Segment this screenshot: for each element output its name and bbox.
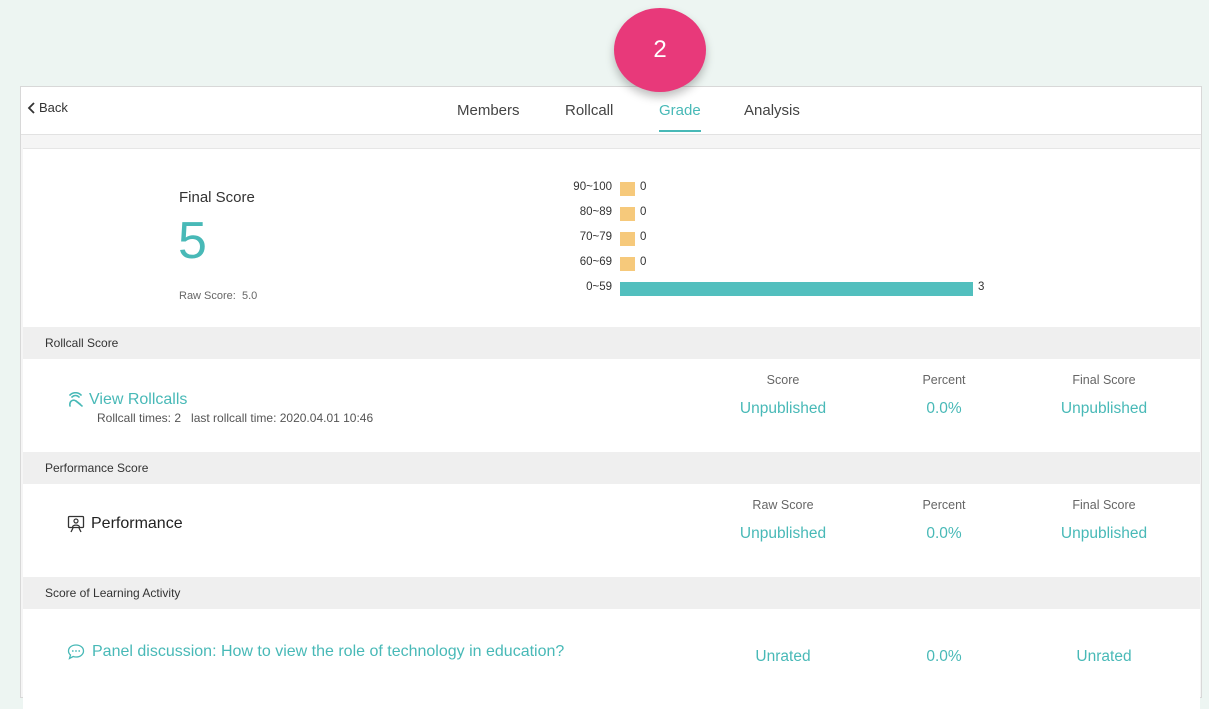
- dist-count-label: 0: [640, 181, 647, 193]
- tab-grade[interactable]: Grade: [659, 102, 701, 132]
- performance-final-value: Unpublished: [1060, 525, 1148, 542]
- dist-bar: [620, 207, 635, 221]
- chat-bubble-icon: [67, 644, 85, 660]
- performance-raw-value: Unpublished: [739, 525, 827, 542]
- performance-percent-value: 0.0%: [926, 525, 962, 542]
- dist-count-label: 0: [640, 206, 647, 218]
- view-rollcalls-link[interactable]: View Rollcalls: [67, 391, 187, 409]
- performance-col-final: Final Score: [1072, 498, 1136, 512]
- step-badge: 2: [614, 8, 706, 92]
- dist-count-label: 0: [640, 256, 647, 268]
- section-header-performance: Performance Score: [23, 452, 1200, 484]
- rollcall-percent-value: 0.0%: [926, 400, 962, 417]
- rollcall-last-time: last rollcall time: 2020.04.01 10:46: [191, 411, 374, 425]
- grade-card: Final Score 5 Raw Score: 5.0 90~100 0 80~8…: [23, 148, 1200, 709]
- section-header-rollcall: Rollcall Score: [23, 327, 1200, 359]
- rollcall-times-count: Rollcall times: 2: [97, 411, 182, 425]
- learning-section-title: Score of Learning Activity: [45, 586, 181, 600]
- performance-section-title: Performance Score: [45, 461, 149, 475]
- rollcall-col-score: Score: [766, 373, 800, 387]
- panel-discussion-link[interactable]: Panel discussion: How to view the role o…: [67, 643, 564, 661]
- tab-rollcall[interactable]: Rollcall: [565, 102, 613, 130]
- tab-analysis[interactable]: Analysis: [744, 102, 800, 130]
- rollcall-score-value: Unpublished: [739, 400, 827, 417]
- presenter-icon: [67, 515, 85, 533]
- section-header-learning: Score of Learning Activity: [23, 577, 1200, 609]
- rollcall-section-title: Rollcall Score: [45, 336, 119, 350]
- rollcall-hand-icon: [69, 391, 83, 407]
- dist-count-label: 0: [640, 231, 647, 243]
- dist-category-label: 80~89: [579, 206, 612, 218]
- performance-row-label: Performance: [67, 515, 183, 533]
- rollcall-final-value: Unpublished: [1060, 400, 1148, 417]
- dist-category-label: 70~79: [579, 231, 612, 243]
- tab-members[interactable]: Members: [457, 102, 520, 130]
- rollcall-col-final: Final Score: [1072, 373, 1136, 387]
- learning-final-value: Unrated: [1076, 648, 1132, 665]
- dist-bar: [620, 232, 635, 246]
- dist-category-label: 60~69: [579, 256, 612, 268]
- rollcall-col-percent: Percent: [922, 373, 966, 387]
- dist-bar: [620, 257, 635, 271]
- top-nav-bar: Back Members Rollcall Grade Analysis: [21, 87, 1201, 135]
- learning-score-value: Unrated: [755, 648, 811, 665]
- score-distribution-chart: 90~100 0 80~89 0 70~79 0 60~69 0 0~59 3: [23, 149, 1200, 319]
- grade-panel: Back Members Rollcall Grade Analysis Fin…: [20, 86, 1202, 709]
- dist-bar: [620, 182, 635, 196]
- rollcall-times: Rollcall times: 2 last rollcall time: 20…: [97, 411, 373, 425]
- dist-bar: [620, 282, 973, 296]
- dist-category-label: 90~100: [573, 181, 612, 193]
- learning-percent-value: 0.0%: [926, 648, 962, 665]
- panel-discussion-label[interactable]: Panel discussion: How to view the role o…: [92, 643, 564, 661]
- performance-col-percent: Percent: [922, 498, 966, 512]
- dist-count-label: 3: [978, 281, 985, 293]
- tab-bar: Members Rollcall Grade Analysis: [21, 87, 1201, 134]
- performance-col-raw: Raw Score: [752, 498, 814, 512]
- view-rollcalls-label[interactable]: View Rollcalls: [89, 391, 187, 409]
- dist-category-label: 0~59: [586, 281, 612, 293]
- performance-label: Performance: [91, 515, 183, 532]
